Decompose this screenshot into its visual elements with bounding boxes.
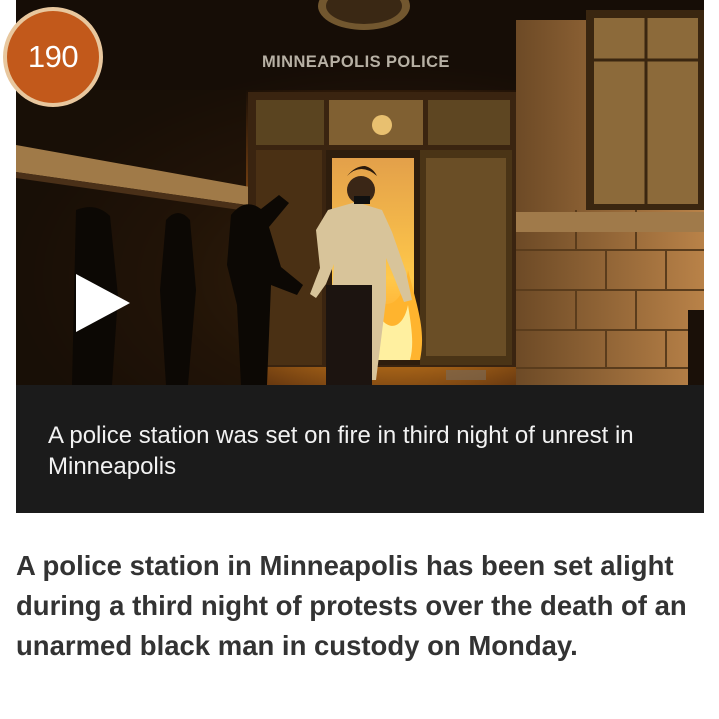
- video-caption-bar: A police station was set on fire in thir…: [16, 385, 704, 513]
- play-button[interactable]: [74, 268, 134, 338]
- video-caption: A police station was set on fire in thir…: [48, 422, 634, 480]
- police-station-sign: MINNEAPOLIS POLICE: [262, 53, 450, 71]
- article-headline: A police station in Minneapolis has been…: [16, 550, 687, 661]
- article-page: MINNEAPOLIS POLICE A police station was …: [0, 0, 719, 719]
- play-icon: [76, 274, 130, 332]
- video-card[interactable]: MINNEAPOLIS POLICE A police station was …: [16, 0, 704, 513]
- item-number-badge: 190: [7, 11, 99, 103]
- item-number: 190: [27, 39, 79, 74]
